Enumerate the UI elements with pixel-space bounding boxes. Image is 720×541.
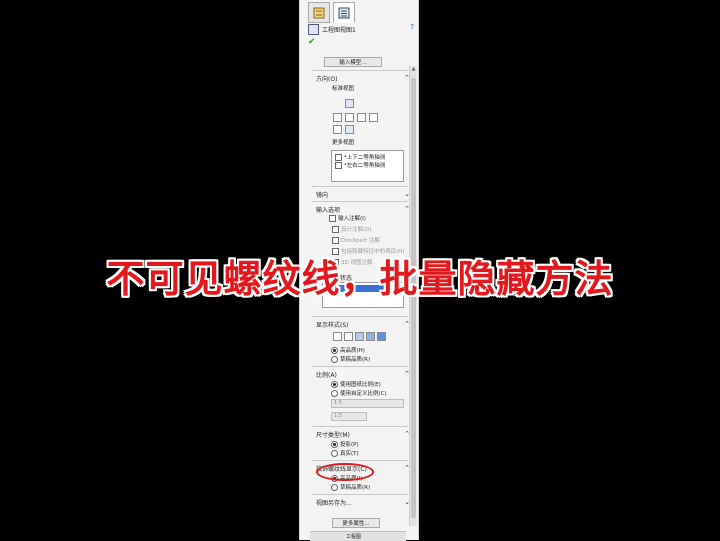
custom-scale-select[interactable]: 1:5	[331, 399, 404, 408]
divider	[312, 426, 408, 427]
tab-drawing[interactable]: 工程图	[346, 533, 361, 540]
bottom-view-button[interactable]	[369, 113, 378, 122]
dimension-type-header-label: 尺寸类型(M)	[316, 431, 350, 439]
wireframe-style-button[interactable]	[333, 332, 342, 341]
divider	[312, 460, 408, 461]
back-view-button[interactable]	[345, 125, 354, 134]
more-views-list[interactable]: *上下二等角轴测 *左右二等角轴测	[331, 150, 404, 182]
dimxpert-annotations-checkbox[interactable]: DimXpert 注解	[332, 236, 380, 244]
scale-header-label: 比例(A)	[316, 371, 337, 379]
display-style-header[interactable]: 显示样式(S) ⌃	[316, 319, 410, 329]
orientation-header[interactable]: 方向(O) ⌃	[316, 73, 410, 83]
shaded-style-button[interactable]	[377, 332, 386, 341]
thread-draft-quality-radio[interactable]: 草稿品质(R)	[331, 483, 370, 491]
projected-radio[interactable]: 投影(P)	[331, 440, 359, 448]
drawing-view-icon	[308, 23, 319, 35]
display-draft-quality-radio[interactable]: 草稿品质(R)	[331, 355, 370, 363]
feature-tree-icon	[313, 7, 325, 18]
divider	[312, 494, 408, 495]
dimension-type-header[interactable]: 尺寸类型(M) ⌃	[316, 429, 410, 439]
standard-views-label: 标准视图	[332, 86, 355, 92]
divider	[312, 366, 408, 367]
design-annotations-checkbox[interactable]: 设计注解(D)	[332, 225, 372, 233]
save-view-header-label: 视图另存为...	[316, 499, 352, 507]
tab-feature-manager[interactable]	[308, 2, 330, 23]
more-views-label: 更多视图	[332, 140, 355, 146]
divider	[312, 201, 408, 202]
panel-tab-bar	[308, 2, 355, 23]
hidden-visible-style-button[interactable]	[344, 332, 353, 341]
divider	[312, 70, 408, 71]
list-item[interactable]: *上下二等角轴测	[335, 153, 385, 161]
orientation-header-label: 方向(O)	[316, 75, 338, 83]
shaded-edges-style-button[interactable]	[366, 332, 375, 341]
scroll-up-arrow[interactable]: ▲	[410, 66, 417, 72]
panel-title: 工程图视图1	[322, 26, 356, 34]
property-icon	[338, 7, 350, 18]
panel-title-row: 工程图视图1 ?	[308, 23, 414, 35]
save-view-header[interactable]: 视图另存为... ⌄	[316, 497, 410, 507]
import-annotations-checkbox[interactable]: 输入注解(I)	[329, 214, 366, 222]
help-icon[interactable]: ?	[410, 23, 414, 31]
right-view-button[interactable]	[357, 113, 366, 122]
list-item[interactable]: *左右二等角轴测	[335, 161, 385, 169]
hidden-removed-style-button[interactable]	[355, 332, 364, 341]
display-style-header-label: 显示样式(S)	[316, 321, 349, 329]
front-view-button[interactable]	[345, 99, 354, 108]
import-options-header[interactable]: 输入选项 ⌃	[316, 204, 410, 214]
display-high-quality-radio[interactable]: 高品质(H)	[331, 346, 365, 354]
scale-header[interactable]: 比例(A) ⌃	[316, 369, 410, 379]
tab-property-manager[interactable]	[333, 2, 355, 23]
use-custom-scale-radio[interactable]: 使用自定义比例(C)	[331, 389, 387, 397]
import-options-header-label: 输入选项	[316, 206, 341, 214]
check-icon[interactable]: ✔	[308, 37, 316, 47]
true-radio[interactable]: 真实(T)	[331, 449, 359, 457]
highlight-circle	[316, 463, 374, 481]
use-sheet-scale-radio[interactable]: 使用图纸比例(E)	[331, 380, 381, 388]
isometric-view-button[interactable]	[333, 125, 342, 134]
top-view-button[interactable]	[333, 113, 342, 122]
import-model-button[interactable]: 输入模型…	[324, 57, 382, 67]
left-view-button[interactable]	[345, 113, 354, 122]
divider	[312, 186, 408, 187]
mirror-header-label: 镜向	[316, 191, 329, 199]
divider	[312, 316, 408, 317]
mirror-header[interactable]: 镜向 ⌄	[316, 189, 410, 199]
tutorial-banner-title: 不可见螺纹线，批量隐藏方法	[106, 257, 614, 301]
custom-scale-input[interactable]: 1:5	[331, 412, 367, 421]
more-properties-button[interactable]: 更多属性...	[332, 518, 380, 528]
